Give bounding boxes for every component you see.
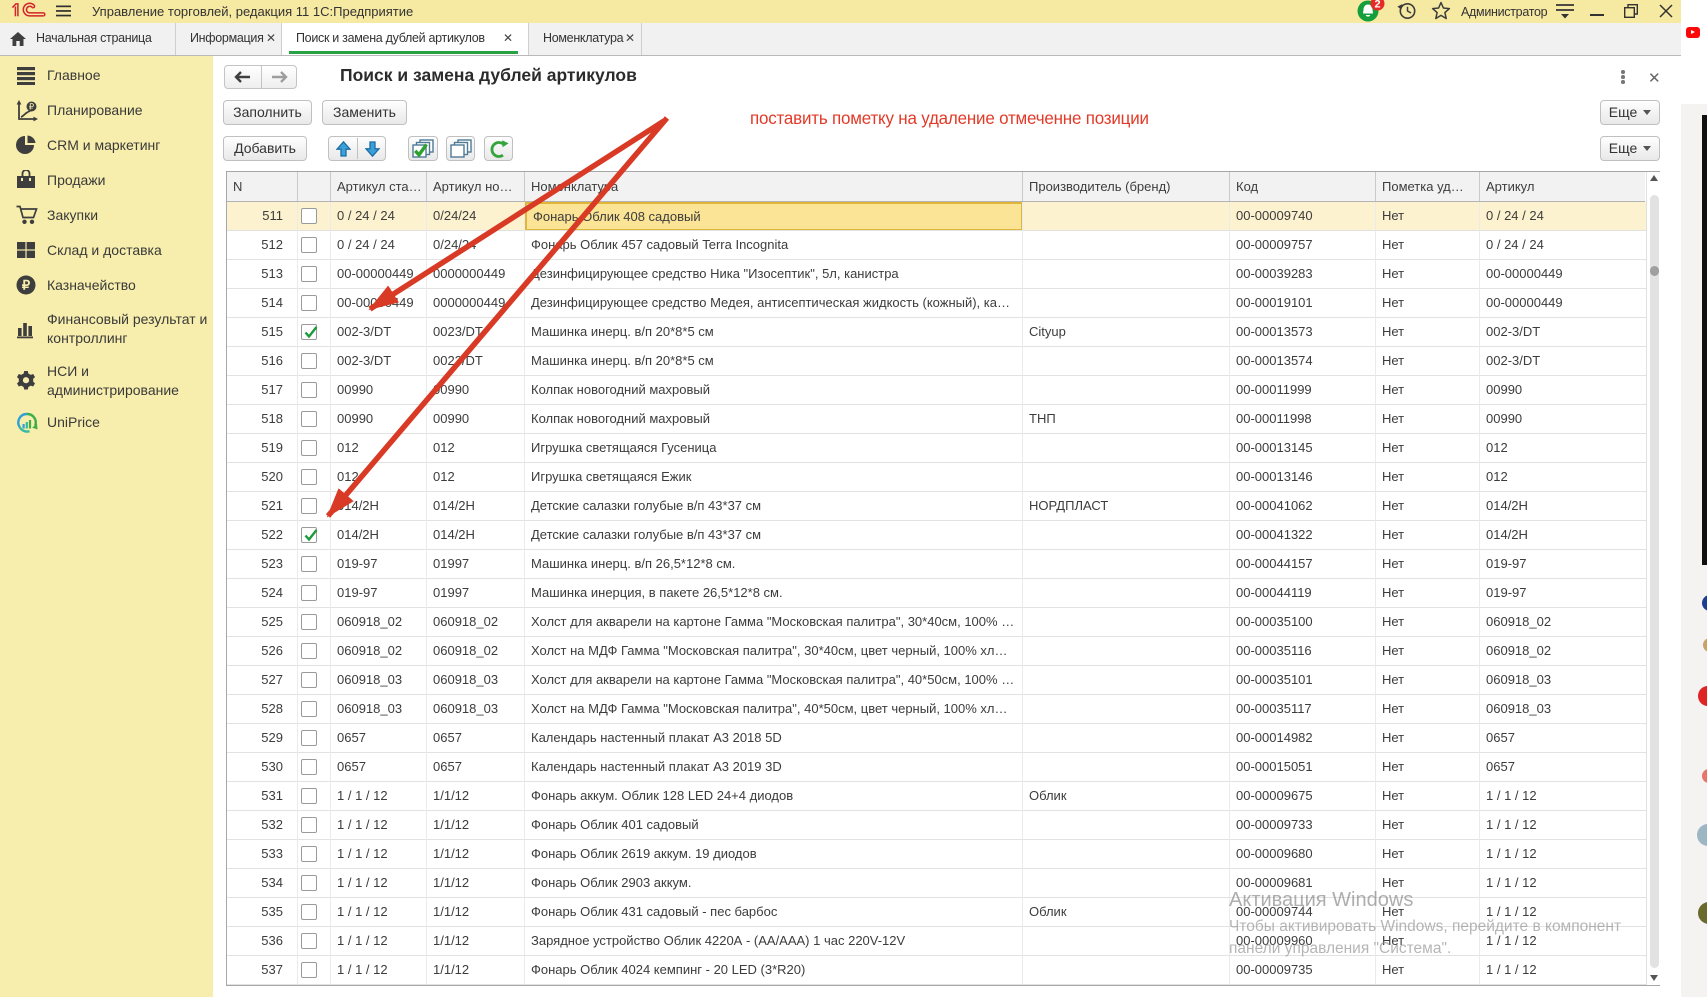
svg-text:₽: ₽ (22, 277, 31, 292)
svg-text:2: 2 (1374, 0, 1380, 11)
